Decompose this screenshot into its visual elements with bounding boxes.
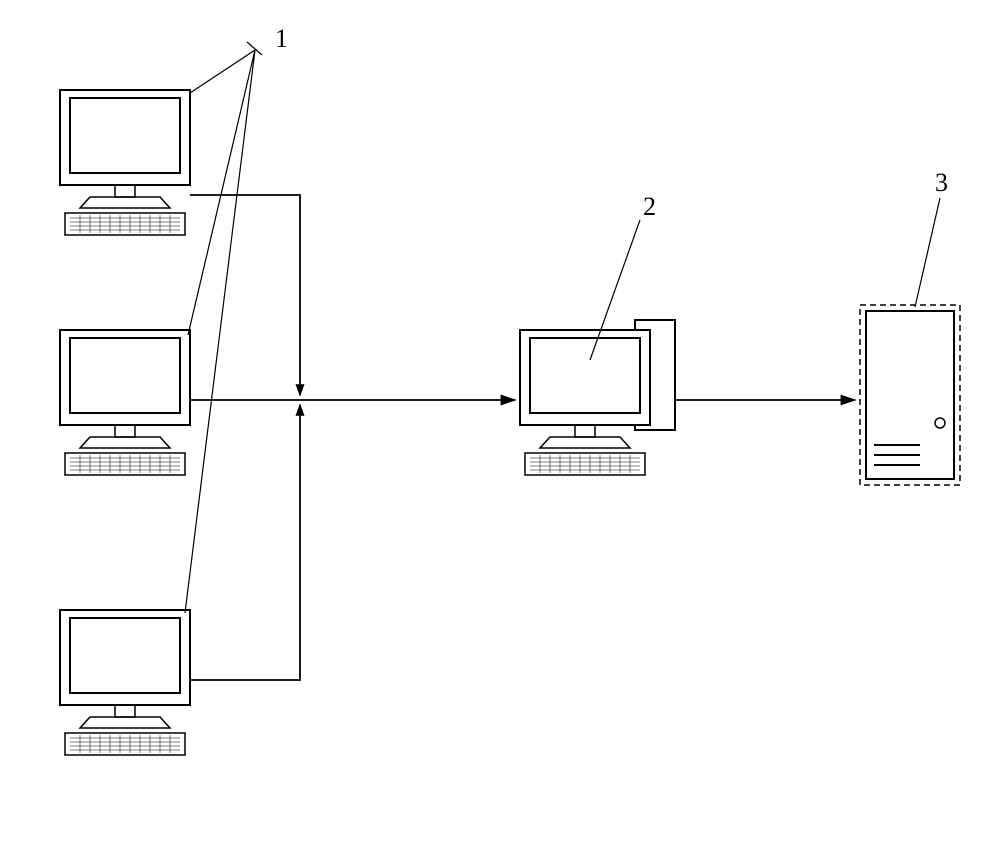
- label-2: 2: [643, 192, 656, 222]
- label-3-line: [915, 198, 940, 307]
- edge-client-a-merge: [190, 195, 300, 395]
- client-computer-3-icon: [60, 610, 190, 755]
- label-3: 3: [935, 168, 948, 198]
- label-1-line-b: [188, 50, 255, 335]
- label-1: 1: [275, 24, 288, 54]
- workstation-icon: [520, 320, 675, 475]
- edge-client-c-merge: [190, 405, 300, 680]
- client-computer-1-icon: [60, 90, 190, 235]
- client-computer-2-icon: [60, 330, 190, 475]
- label-1-line-c: [185, 50, 255, 613]
- network-diagram: [0, 0, 1000, 850]
- server-icon: [860, 305, 960, 485]
- label-1-line-a: [190, 50, 255, 93]
